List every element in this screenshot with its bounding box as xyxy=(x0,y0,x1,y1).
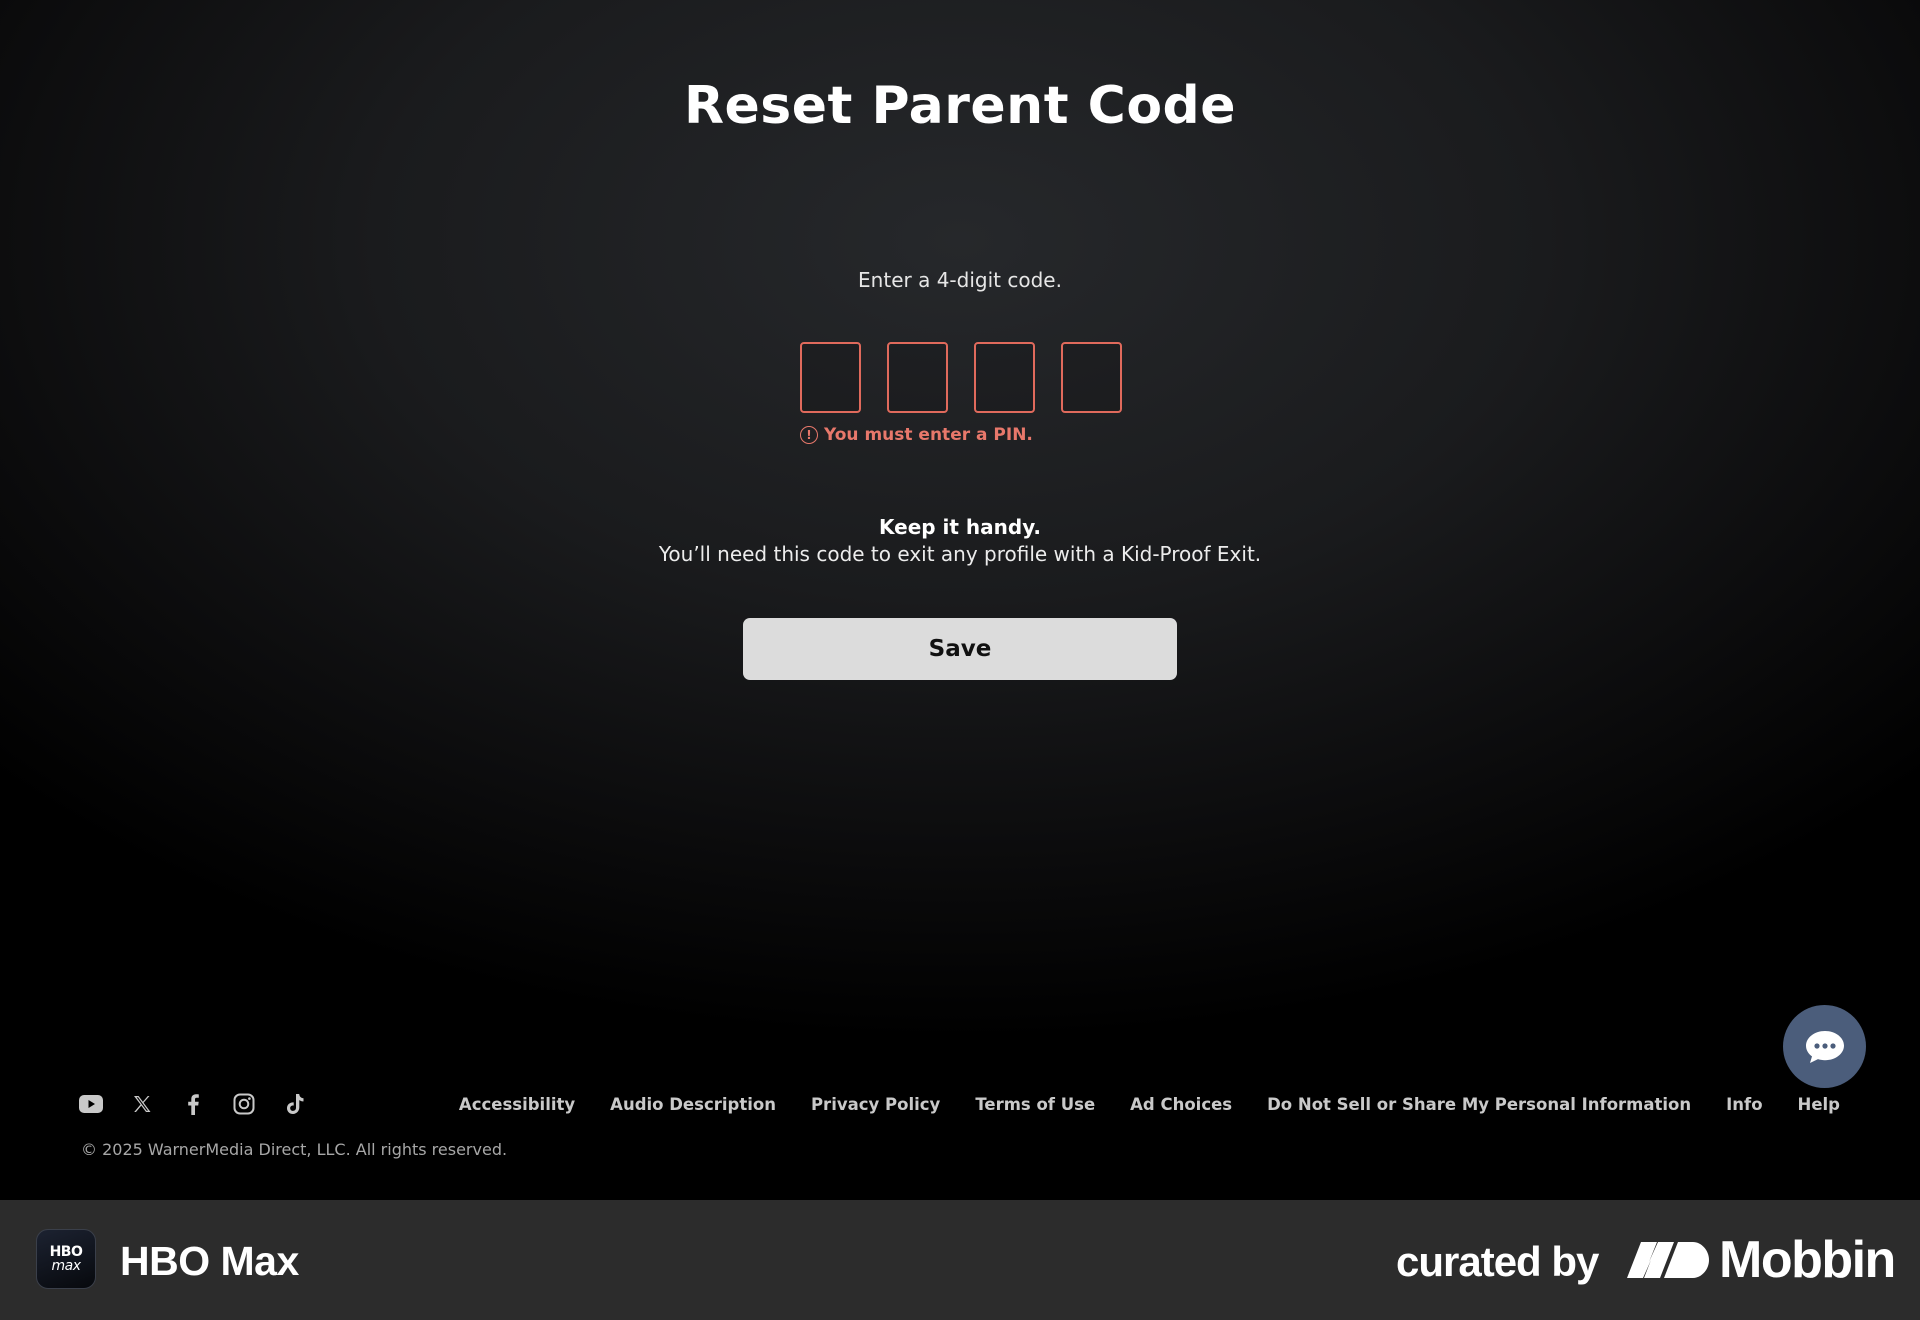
reminder-text: You’ll need this code to exit any profil… xyxy=(658,542,1262,566)
footer-link-info[interactable]: Info xyxy=(1726,1095,1762,1114)
facebook-icon[interactable] xyxy=(180,1092,205,1117)
alert-circle-icon: ! xyxy=(800,426,818,444)
attribution-bar: HBO max HBO Max curated by Mobbin xyxy=(0,1200,1920,1320)
chat-bubble-icon xyxy=(1805,1030,1844,1063)
footer-link-terms-of-use[interactable]: Terms of Use xyxy=(975,1095,1095,1114)
footer-link-accessibility[interactable]: Accessibility xyxy=(459,1095,575,1114)
pin-error-message: ! You must enter a PIN. xyxy=(800,424,1033,446)
mobbin-wordmark: Mobbin xyxy=(1719,1231,1896,1289)
footer-link-ad-choices[interactable]: Ad Choices xyxy=(1130,1095,1232,1114)
page-background: Reset Parent Code Enter a 4-digit code. … xyxy=(0,0,1920,1200)
copyright-text: © 2025 WarnerMedia Direct, LLC. All righ… xyxy=(81,1140,508,1159)
x-icon[interactable] xyxy=(129,1092,154,1117)
curated-by-text: curated by xyxy=(1396,1238,1599,1285)
save-button[interactable]: Save xyxy=(743,618,1177,680)
footer-link-privacy-policy[interactable]: Privacy Policy xyxy=(811,1095,940,1114)
instagram-icon[interactable] xyxy=(231,1092,256,1117)
app-name: HBO Max xyxy=(120,1238,299,1284)
instructions-text: Enter a 4-digit code. xyxy=(858,268,1062,292)
hbo-max-app-icon: HBO max xyxy=(36,1229,96,1289)
page-title: Reset Parent Code xyxy=(683,76,1237,136)
youtube-icon[interactable] xyxy=(78,1092,103,1117)
footer-link-do-not-sell[interactable]: Do Not Sell or Share My Personal Informa… xyxy=(1267,1095,1691,1114)
pin-digit-1[interactable] xyxy=(800,342,861,413)
footer-link-audio-description[interactable]: Audio Description xyxy=(610,1095,776,1114)
pin-digit-2[interactable] xyxy=(887,342,948,413)
pin-digit-3[interactable] xyxy=(974,342,1035,413)
pin-error-text: You must enter a PIN. xyxy=(824,425,1033,445)
tiktok-icon[interactable] xyxy=(282,1092,307,1117)
pin-input-group xyxy=(800,342,1122,414)
footer-links: Accessibility Audio Description Privacy … xyxy=(459,1092,1840,1116)
chat-button[interactable] xyxy=(1783,1005,1866,1088)
social-links xyxy=(78,1090,307,1118)
reminder-title: Keep it handy. xyxy=(878,515,1042,539)
pin-digit-4[interactable] xyxy=(1061,342,1122,413)
footer-link-help[interactable]: Help xyxy=(1798,1095,1840,1114)
mobbin-logo-icon xyxy=(1627,1242,1709,1278)
